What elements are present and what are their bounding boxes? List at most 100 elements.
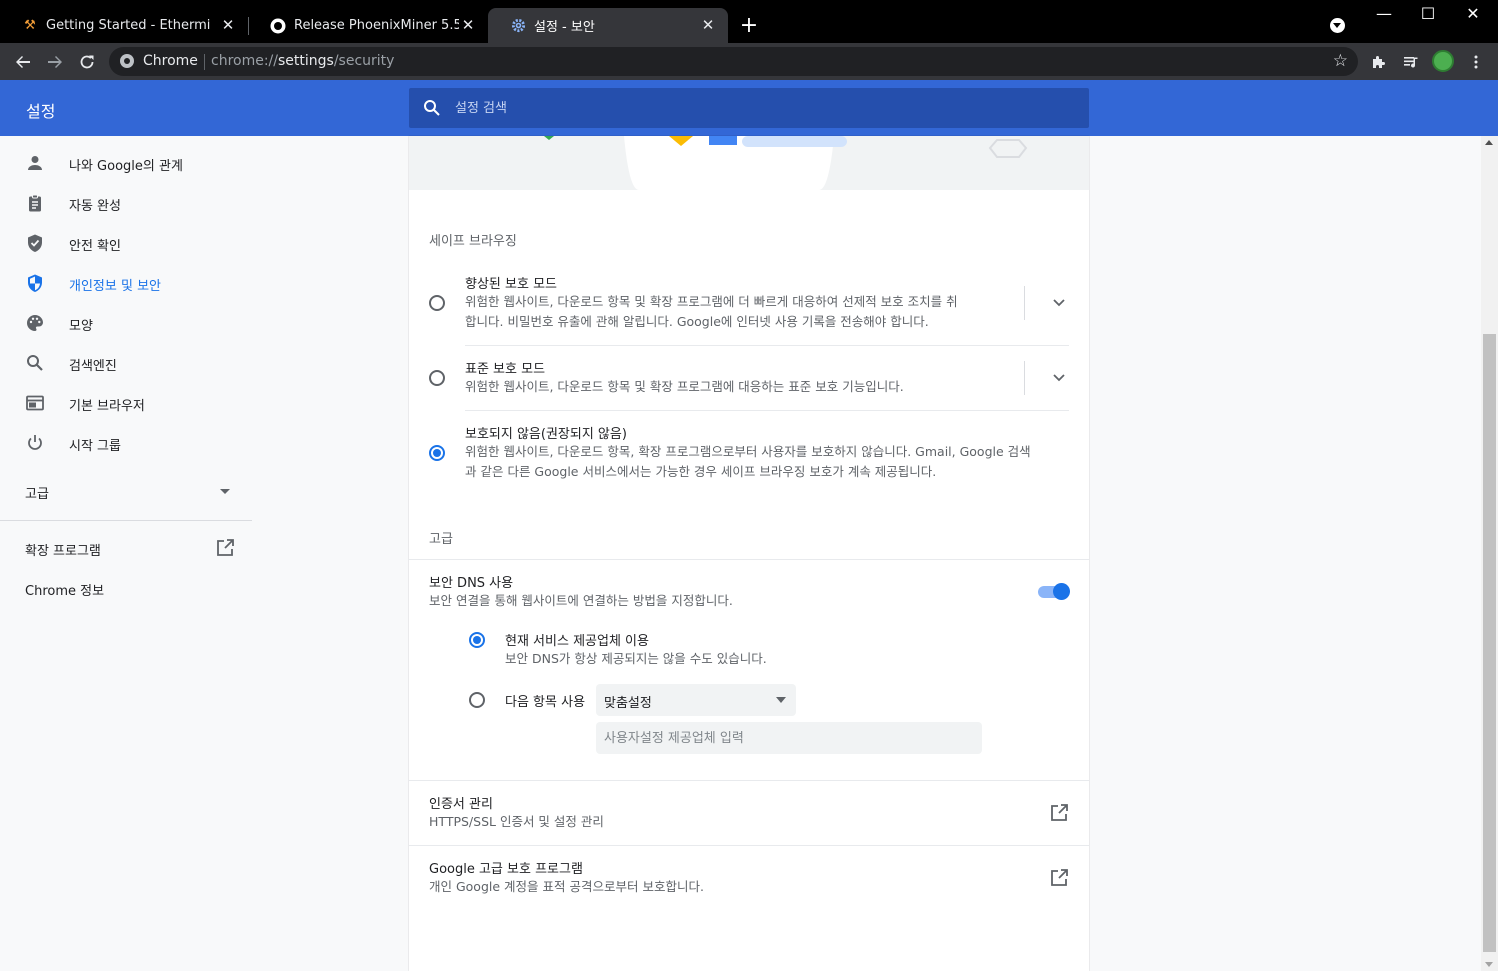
- power-icon: [25, 433, 45, 453]
- minimize-button[interactable]: —: [1374, 4, 1394, 23]
- page-scrollbar[interactable]: [1481, 136, 1498, 971]
- settings-search-bar[interactable]: [409, 88, 1089, 128]
- back-button[interactable]: [10, 49, 36, 75]
- omnibox-chip: Chrome: [143, 53, 198, 69]
- sidebar-item-label: 시작 그룹: [69, 439, 121, 454]
- gear-icon: [510, 18, 526, 34]
- browser-toolbar: Chrome chrome://settings/security ☆: [0, 43, 1498, 80]
- secure-dns-title: 보안 DNS 사용: [429, 576, 514, 591]
- sidebar-extensions-link[interactable]: 확장 프로그램: [25, 540, 101, 559]
- address-bar[interactable]: Chrome chrome://settings/security ☆: [109, 47, 1358, 76]
- person-icon: [25, 153, 45, 173]
- sidebar-item-label: 자동 완성: [69, 199, 121, 214]
- advanced-protection-row[interactable]: Google 고급 보호 프로그램 개인 Google 계정을 표적 공격으로부…: [409, 846, 1089, 910]
- tab-phoenixminer[interactable]: Release PhoenixMiner 5.5c · Pho ✕: [248, 8, 488, 43]
- caret-down-icon[interactable]: [220, 489, 230, 494]
- close-tab-icon[interactable]: ✕: [460, 16, 476, 34]
- custom-provider-label: 다음 항목 사용: [505, 695, 586, 710]
- open-in-new-icon[interactable]: [1049, 803, 1069, 823]
- sidebar-item-search-engine[interactable]: 검색엔진: [0, 343, 252, 383]
- tab-title: 설정 - 보안: [534, 20, 595, 35]
- maximize-button[interactable]: ☐: [1418, 4, 1438, 23]
- sidebar-advanced-toggle[interactable]: 고급: [25, 483, 49, 502]
- open-in-new-icon[interactable]: [215, 538, 235, 558]
- section-divider: [409, 559, 1089, 560]
- advanced-heading: 고급: [429, 532, 453, 547]
- media-button[interactable]: [1398, 49, 1424, 75]
- sidebar-item-label: 안전 확인: [69, 239, 121, 254]
- sidebar-item-privacy-security[interactable]: 개인정보 및 보안: [0, 263, 252, 303]
- forward-button[interactable]: [42, 49, 68, 75]
- reload-icon: [80, 55, 94, 69]
- row-separator: [1024, 361, 1025, 395]
- chevron-down-icon[interactable]: [1049, 293, 1069, 313]
- sidebar-item-label: 모양: [69, 319, 93, 334]
- advanced-protection-desc: 개인 Google 계정을 표적 공격으로부터 보호합니다.: [429, 879, 704, 894]
- scroll-up-arrow[interactable]: [1485, 140, 1493, 145]
- tab-title: Release PhoenixMiner 5.5c · Pho: [294, 18, 459, 33]
- manage-certificates-title: 인증서 관리: [429, 797, 493, 812]
- tab-settings-security[interactable]: 설정 - 보안 ✕: [488, 8, 728, 43]
- dns-provider-select[interactable]: 맞춤설정: [596, 684, 796, 716]
- new-tab-button[interactable]: +: [738, 13, 760, 38]
- manage-certificates-row[interactable]: 인증서 관리 HTTPS/SSL 인증서 및 설정 관리: [409, 781, 1089, 845]
- current-provider-title: 현재 서비스 제공업체 이용: [505, 634, 649, 649]
- sidebar-item-safety-check[interactable]: 안전 확인: [0, 223, 252, 263]
- sidebar-item-you-and-google[interactable]: 나와 Google의 관계: [0, 143, 252, 183]
- tab-search-icon[interactable]: [1330, 18, 1345, 33]
- close-window-button[interactable]: ✕: [1463, 4, 1483, 23]
- omnibox-separator: [204, 54, 205, 70]
- puzzle-icon: [1373, 56, 1385, 68]
- sidebar-divider: [0, 520, 252, 521]
- enhanced-protection-title: 향상된 보호 모드: [465, 277, 557, 292]
- toggle-knob: [1053, 583, 1070, 600]
- sidebar-item-label: 나와 Google의 관계: [69, 159, 183, 174]
- bookmark-star-icon[interactable]: ☆: [1333, 51, 1348, 71]
- enhanced-protection-radio[interactable]: [429, 295, 445, 311]
- no-protection-desc-2: 과 같은 다른 Google 서비스에서는 가능한 경우 세이프 브라우징 보호…: [465, 464, 937, 479]
- sidebar-item-appearance[interactable]: 모양: [0, 303, 252, 343]
- reload-button[interactable]: [74, 49, 100, 75]
- chevron-down-icon[interactable]: [1049, 368, 1069, 388]
- standard-protection-radio[interactable]: [429, 370, 445, 386]
- shield-check-icon: [25, 233, 45, 253]
- current-provider-radio[interactable]: [469, 632, 485, 648]
- browser-icon: [25, 393, 45, 413]
- close-tab-icon[interactable]: ✕: [220, 16, 236, 34]
- enhanced-protection-desc-1: 위험한 웹사이트, 다운로드 항목 및 확장 프로그램에 더 빠르게 대응하여 …: [465, 294, 958, 309]
- open-in-new-icon[interactable]: [1049, 868, 1069, 888]
- caret-down-icon: [776, 697, 786, 703]
- palette-icon: [25, 313, 45, 333]
- close-tab-icon[interactable]: ✕: [700, 16, 716, 34]
- tab-ethermine[interactable]: ⚒ Getting Started - Ethermine - H ✕: [0, 8, 248, 43]
- enhanced-protection-desc-2: 합니다. 비밀번호 유출에 관해 알립니다. Google에 인터넷 사용 기록…: [465, 314, 929, 329]
- option-divider: [465, 410, 1069, 411]
- sidebar-item-label: 개인정보 및 보안: [69, 279, 161, 294]
- omnibox-url[interactable]: chrome://settings/security: [211, 53, 394, 69]
- url-host: settings: [278, 53, 334, 69]
- no-protection-radio[interactable]: [429, 445, 445, 461]
- settings-search-input[interactable]: [455, 96, 1055, 120]
- sidebar-item-autofill[interactable]: 자동 완성: [0, 183, 252, 223]
- sidebar-item-on-startup[interactable]: 시작 그룹: [0, 423, 252, 463]
- option-divider: [465, 345, 1069, 346]
- custom-provider-radio[interactable]: [469, 692, 485, 708]
- tab-title: Getting Started - Ethermine - H: [46, 18, 211, 33]
- arrow-right-icon: [48, 56, 62, 68]
- secure-dns-toggle[interactable]: [1038, 583, 1070, 601]
- current-provider-desc: 보안 DNS가 항상 제공되지는 않을 수도 있습니다.: [505, 651, 767, 666]
- sidebar-item-default-browser[interactable]: 기본 브라우저: [0, 383, 252, 423]
- custom-provider-input[interactable]: [596, 722, 982, 754]
- no-protection-title: 보호되지 않음(권장되지 않음): [465, 427, 627, 442]
- safe-browsing-heading: 세이프 브라우징: [429, 234, 517, 249]
- standard-protection-desc: 위험한 웹사이트, 다운로드 항목 및 확장 프로그램에 대응하는 표준 보호 …: [465, 379, 904, 394]
- sidebar-about-chrome-link[interactable]: Chrome 정보: [25, 580, 104, 599]
- extensions-button[interactable]: [1366, 49, 1392, 75]
- secure-dns-desc: 보안 연결을 통해 웹사이트에 연결하는 방법을 지정합니다.: [429, 593, 733, 608]
- search-icon: [423, 99, 441, 121]
- standard-protection-title: 표준 보호 모드: [465, 362, 546, 377]
- menu-button[interactable]: [1463, 49, 1489, 75]
- profile-avatar[interactable]: [1432, 50, 1454, 72]
- scroll-down-arrow[interactable]: [1485, 962, 1493, 967]
- scrollbar-thumb[interactable]: [1483, 334, 1496, 952]
